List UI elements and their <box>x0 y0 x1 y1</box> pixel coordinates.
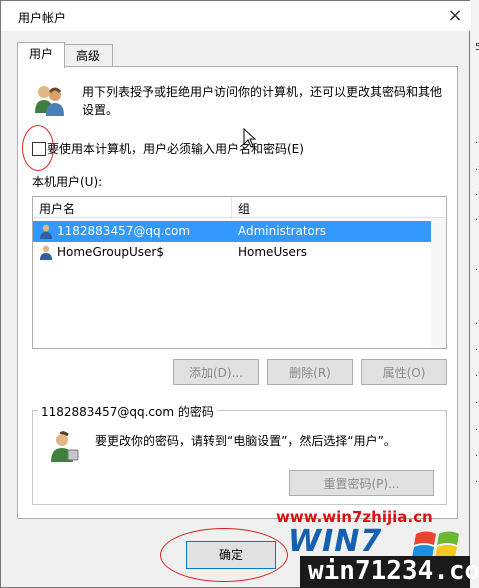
strip-digit: .6 <box>475 187 479 198</box>
watermark-domain: win71234.com <box>308 556 479 586</box>
add-button[interactable]: 添加(D)... <box>173 359 259 385</box>
tab-label: 用户 <box>28 47 53 61</box>
user-group: Administrators <box>238 224 327 238</box>
strip-digit: .6 <box>475 368 479 379</box>
user-name: HomeGroupUser$ <box>57 245 164 259</box>
watermark-brand: WIN7 <box>288 524 383 559</box>
tab-users[interactable]: 用户 <box>17 42 65 68</box>
local-users-label: 本机用户(U): <box>32 175 103 189</box>
user-password-icon <box>51 431 79 462</box>
strip-digit: .1 <box>475 474 479 485</box>
annotation-circle-checkbox <box>22 125 54 171</box>
password-instruction-text: 要更改你的密码，请转到“电脑设置”，然后选择“用户”。 <box>95 434 396 448</box>
user-icon <box>40 245 52 260</box>
column-header-username[interactable]: 用户名 <box>39 200 75 217</box>
user-group: HomeUsers <box>238 245 308 259</box>
strip-digit: .1 <box>475 135 479 146</box>
column-header-group[interactable]: 组 <box>238 200 250 217</box>
strip-digit: .1 <box>475 422 479 433</box>
strip-digit: 5 <box>475 42 479 53</box>
strip-digit: .1 <box>475 395 479 406</box>
column-header: 用户名 组 <box>33 197 446 218</box>
strip-digit: .6 <box>475 162 479 173</box>
users-group-icon <box>35 86 64 116</box>
reset-password-button[interactable]: 重置密码(P)... <box>289 470 434 496</box>
table-row[interactable]: HomeGroupUser$ HomeUsers <box>33 242 431 263</box>
tab-advanced[interactable]: 高级 <box>63 44 113 67</box>
users-list[interactable]: 用户名 组 1182883457@qq.com Administrators H… <box>32 196 447 349</box>
strip-digit: .1 <box>475 342 479 353</box>
description-text: 用下列表授予或拒绝用户访问你的计算机，还可以更改其密码和其他设置。 <box>82 85 443 117</box>
user-icon <box>40 224 52 239</box>
title-bar[interactable]: 用户帐户 × <box>1 1 471 31</box>
close-icon[interactable]: × <box>441 3 469 29</box>
strip-digit: .1 <box>475 316 479 327</box>
user-accounts-dialog: 用户帐户 × 用户 高级 用下列表授予或拒绝用户访问你的计算机，还可以更改其密码… <box>0 0 471 588</box>
table-row[interactable]: 1182883457@qq.com Administrators <box>33 221 431 242</box>
strip-digit: .1 <box>475 212 479 223</box>
window-title: 用户帐户 <box>18 11 67 25</box>
strip-digit: .1 <box>475 448 479 459</box>
strip-digit: .1 <box>475 262 479 273</box>
annotation-circle-ok <box>160 528 288 582</box>
must-login-label[interactable]: 要使用本计算机，用户必须输入用户名和密码(E) <box>47 140 304 157</box>
remove-button[interactable]: 删除(R) <box>267 359 353 385</box>
column-divider[interactable] <box>231 197 232 217</box>
user-name: 1182883457@qq.com <box>57 224 191 238</box>
list-scrollbar[interactable] <box>431 218 446 348</box>
tab-label: 高级 <box>75 49 100 63</box>
mouse-cursor-icon <box>243 128 257 148</box>
password-group-title: 1182883457@qq.com 的密码 <box>38 403 217 420</box>
properties-button[interactable]: 属性(O) <box>361 359 447 385</box>
